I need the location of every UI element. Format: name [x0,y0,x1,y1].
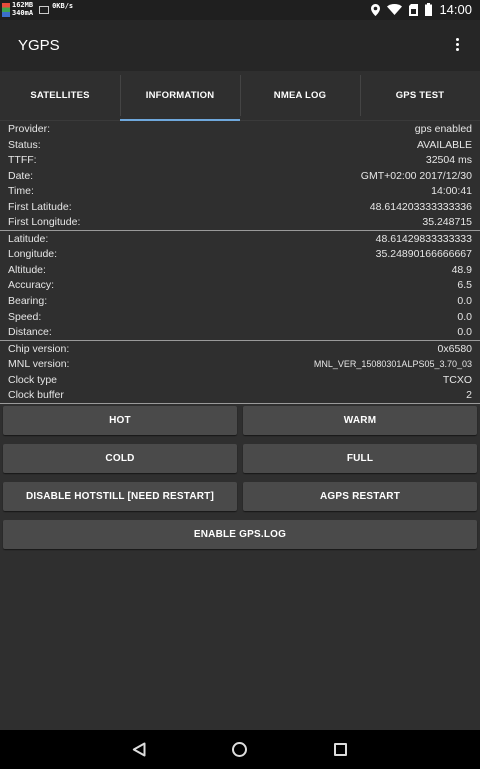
info-value: AVAILABLE [416,138,472,151]
info-value: 48.9 [451,263,472,276]
info-value: 2 [466,389,472,402]
network-speed: 0KB/s [52,2,74,10]
info-key: Accuracy: [8,279,55,292]
info-row-bearing: Bearing: 0.0 [0,293,480,309]
tab-information[interactable]: INFORMATION [120,71,240,121]
disable-hotstill-button[interactable]: DISABLE HOTSTILL [NEED RESTART] [3,482,237,511]
info-row-first-longitude: First Longitude: 35.248715 [0,214,480,230]
info-value: 6.5 [457,279,472,292]
info-row-first-latitude: First Latitude: 48.614203333333336 [0,199,480,215]
recent-apps-icon[interactable] [334,743,347,756]
info-key: Date: [8,169,34,182]
navigation-bar [0,730,480,769]
memory-indicator: 162MB 340mA [2,1,33,17]
info-value: 14:00:41 [431,185,472,198]
info-value: TCXO [442,373,472,386]
sim-icon [409,3,419,16]
info-value: 0.0 [457,326,472,339]
cold-button[interactable]: COLD [3,444,237,473]
info-key: Longitude: [8,248,58,261]
app-indicator-icon [2,3,10,17]
info-key: MNL version: [8,358,70,371]
battery-icon [425,3,433,16]
location-icon [371,3,381,16]
info-row-longitude: Longitude: 35.24890166666667 [0,246,480,262]
info-row-time: Time: 14:00:41 [0,183,480,199]
info-key: First Longitude: [8,216,81,229]
info-value: 32504 ms [425,154,472,167]
status-bar-right: 14:00 [371,2,472,17]
info-row-mnl-version: MNL version: MNL_VER_15080301ALPS05_3.70_… [0,356,480,372]
info-row-chip-version: Chip version: 0x6580 [0,341,480,357]
network-icon [39,6,50,14]
tab-bar: SATELLITES INFORMATION NMEA LOG GPS TEST [0,71,480,121]
wifi-icon [387,4,403,15]
info-key: Distance: [8,326,52,339]
info-key: First Latitude: [8,200,72,213]
tab-gps-test[interactable]: GPS TEST [360,71,480,120]
info-key: Clock buffer [8,389,64,402]
tab-nmea-log[interactable]: NMEA LOG [240,71,360,120]
info-value: GMT+02:00 2017/12/30 [360,169,472,182]
info-key: Chip version: [8,342,70,355]
info-row-latitude: Latitude: 48.61429833333333 [0,231,480,247]
info-value: 35.24890166666667 [375,248,472,261]
info-value: MNL_VER_15080301ALPS05_3.70_03 [313,359,472,370]
current-draw: 340mA [12,9,34,17]
info-row-provider: Provider: gps enabled [0,121,480,137]
info-value: 0.0 [457,310,472,323]
info-key: Provider: [8,123,51,135]
memory-usage: 162MB [12,1,34,9]
info-row-accuracy: Accuracy: 6.5 [0,277,480,293]
info-key: Status: [8,138,41,151]
info-key: Altitude: [8,263,46,276]
status-bar: 162MB 340mA 0KB/s 14:00 [0,0,480,20]
info-key: Speed: [8,310,42,323]
info-value: 0x6580 [437,342,472,355]
info-row-clock-buffer: Clock buffer 2 [0,387,480,403]
clock: 14:00 [439,2,472,17]
tab-satellites[interactable]: SATELLITES [0,71,120,120]
enable-gps-log-button[interactable]: ENABLE GPS.LOG [3,520,477,549]
info-row-status: Status: AVAILABLE [0,137,480,153]
warm-button[interactable]: WARM [243,406,477,435]
hot-button[interactable]: HOT [3,406,237,435]
info-value: 48.614203333333336 [369,200,472,213]
info-key: TTFF: [8,154,37,167]
full-button[interactable]: FULL [243,444,477,473]
info-row-ttff: TTFF: 32504 ms [0,152,480,168]
info-key: Time: [8,185,34,198]
section-divider [0,402,480,404]
information-panel: Provider: gps enabled Status: AVAILABLE TT… [0,121,480,404]
info-row-distance: Distance: 0.0 [0,324,480,340]
info-key: Clock type [8,373,58,386]
app-title: YGPS [18,37,60,54]
info-row-speed: Speed: 0.0 [0,309,480,325]
info-value: 48.61429833333333 [375,232,472,245]
status-bar-left: 162MB 340mA 0KB/s [2,1,73,17]
info-row-altitude: Altitude: 48.9 [0,262,480,278]
app-bar: YGPS [0,20,480,71]
more-vert-icon[interactable] [454,38,460,52]
info-row-date: Date: GMT+02:00 2017/12/30 [0,168,480,184]
info-value: 35.248715 [422,216,472,229]
info-value: gps enabled [414,123,472,135]
back-icon[interactable] [132,742,146,757]
network-speed-indicator: 0KB/s [39,1,73,17]
agps-restart-button[interactable]: AGPS RESTART [243,482,477,511]
info-row-clock-type: Clock type TCXO [0,372,480,388]
info-key: Latitude: [8,232,49,245]
info-key: Bearing: [8,295,48,308]
home-icon[interactable] [232,742,247,757]
info-value: 0.0 [457,295,472,308]
